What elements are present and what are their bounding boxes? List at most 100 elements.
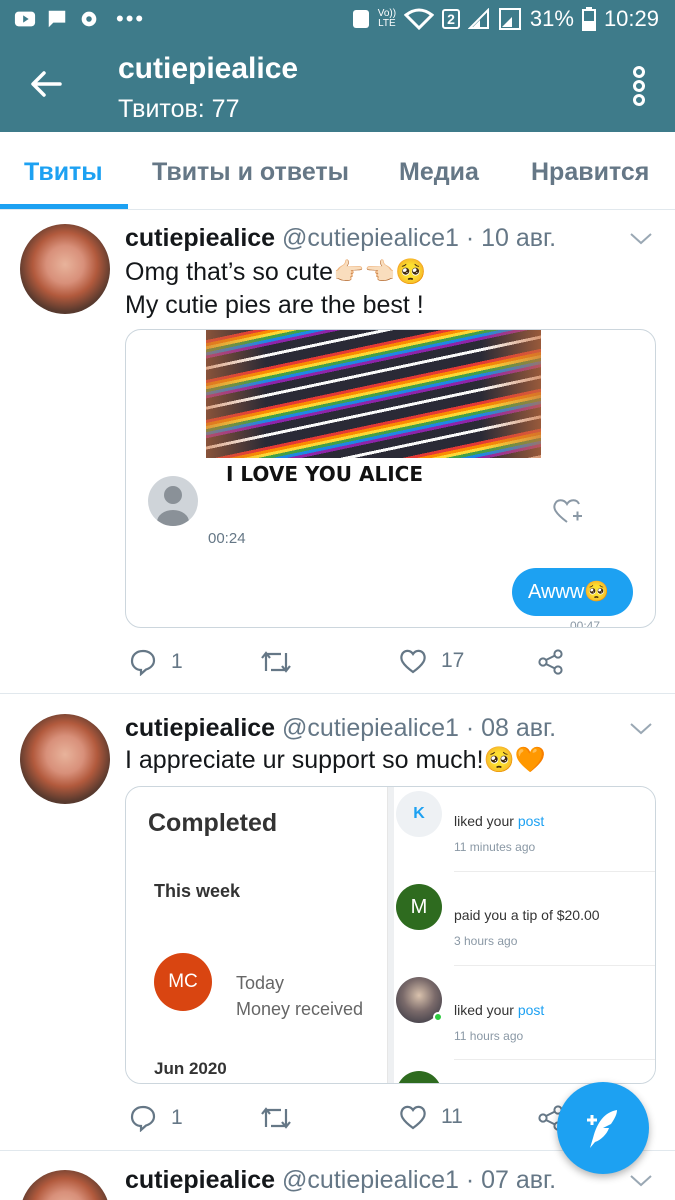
like-button[interactable]: 17 — [399, 648, 464, 674]
like-count: 17 — [441, 649, 465, 672]
youtube-icon — [14, 11, 36, 27]
tweet-author-name[interactable]: cutiepiealice — [125, 1166, 275, 1194]
notifications-screenshot: K liked your post 11 minutes ago M paid … — [394, 787, 655, 1083]
compose-tweet-button[interactable] — [557, 1082, 649, 1174]
notification-time: 11 minutes ago — [454, 840, 536, 854]
payments-screenshot: Completed This week MC Today Money recei… — [126, 787, 388, 1083]
reply-count: 1 — [171, 650, 183, 673]
tweet-handle-date: @cutiepiealice1 · 08 авг. — [282, 714, 557, 742]
signal-icon-2 — [498, 8, 521, 30]
active-tab-indicator — [0, 204, 128, 209]
reply-button[interactable]: 1 — [129, 1104, 183, 1132]
this-week-heading: This week — [154, 881, 241, 901]
tab-tweets-and-replies[interactable]: Твиты и ответы — [152, 158, 349, 187]
tweet-text-line: I appreciate ur support so much!🥺🧡 — [125, 746, 546, 774]
battery-percent: 31% — [529, 6, 574, 31]
notification-separator — [454, 1059, 655, 1060]
wifi-icon — [404, 8, 435, 30]
notification-time: 11 hours ago — [454, 1029, 524, 1043]
retweet-button[interactable] — [259, 648, 293, 676]
overflow-menu-icon[interactable] — [631, 66, 647, 106]
tweet-handle-date: @cutiepiealice1 · 07 авг. — [282, 1166, 557, 1194]
heart-icon — [400, 649, 426, 674]
tweet-handle-date: @cutiepiealice1 · 10 авг. — [282, 224, 557, 252]
tweet-count: Твитов: 77 — [118, 95, 240, 123]
tab-tweets[interactable]: Твиты — [24, 158, 103, 187]
completed-heading: Completed — [148, 809, 278, 837]
chat-bubble: Awww🥺 — [512, 568, 633, 616]
clock: 10:29 — [603, 6, 659, 31]
reply-icon — [130, 649, 156, 676]
tweet-author-name[interactable]: cutiepiealice — [125, 714, 275, 742]
notification-text: liked your post — [454, 1002, 544, 1018]
share-button[interactable] — [537, 648, 565, 676]
month-heading: Jun 2020 — [154, 1059, 227, 1078]
message-icon — [48, 10, 66, 28]
avatar[interactable] — [20, 224, 110, 314]
more-notifications-icon: ••• — [116, 6, 146, 31]
like-count: 11 — [441, 1105, 463, 1128]
heart-icon — [400, 1105, 426, 1130]
tweet-text-line: My cutie pies are the best ! — [125, 291, 424, 319]
profile-tabs: Твиты Твиты и ответы Медиа Нравится — [0, 132, 675, 210]
payment-label: Money received — [236, 999, 364, 1019]
signal-icon — [467, 8, 489, 29]
notification-text: paid you a tip of $20.00 — [454, 907, 600, 923]
reply-button[interactable]: 1 — [129, 648, 183, 676]
profile-title: cutiepiealice — [118, 52, 299, 85]
notification-text: liked your post — [454, 813, 544, 829]
tweet-divider — [0, 693, 675, 694]
notification-message: liked your — [454, 813, 518, 829]
notification-time: 3 hours ago — [454, 934, 518, 948]
notification-avatar — [396, 1071, 442, 1083]
sim-indicator: 2 — [442, 9, 460, 29]
notification-link: post — [517, 813, 545, 829]
photo-shade — [206, 330, 266, 458]
settings-gear-icon — [81, 11, 97, 27]
notification-avatar — [396, 977, 443, 1023]
tab-media[interactable]: Медиа — [399, 158, 479, 187]
tweet-header: cutiepiealice @cutiepiealice1 · 08 авг. — [125, 714, 556, 743]
retweet-icon — [261, 1107, 291, 1129]
avatar[interactable] — [20, 714, 110, 804]
tweet-image[interactable]: Completed This week MC Today Money recei… — [125, 786, 656, 1084]
tweet-image[interactable]: I LOVE YOU ALICE 00:24 Awww🥺 00:47 — [125, 329, 656, 628]
back-arrow-icon[interactable] — [26, 64, 66, 104]
volte-indicator: Vo)) LTE — [378, 9, 396, 29]
chevron-down-icon[interactable] — [629, 722, 653, 736]
retweet-icon — [261, 651, 291, 673]
notification-link: post — [517, 1002, 545, 1018]
chevron-down-icon[interactable] — [629, 232, 653, 246]
heart-plus-icon — [553, 499, 582, 523]
tweet-header: cutiepiealice @cutiepiealice1 · 10 авг. — [125, 224, 556, 253]
status-bar: ••• Vo)) LTE 2 31% 10:29 — [0, 0, 675, 40]
avatar[interactable] — [20, 1170, 110, 1200]
recycle-icon — [352, 10, 369, 28]
profile-toolbar: cutiepiealice Твитов: 77 — [0, 40, 675, 132]
notification-avatar: M — [396, 884, 442, 930]
bubble-time: 00:47 — [570, 619, 601, 628]
retweet-button[interactable] — [259, 1104, 293, 1132]
payer-avatar: MC — [154, 953, 212, 1011]
tweet-header: cutiepiealice @cutiepiealice1 · 07 авг. — [125, 1166, 556, 1195]
notification-separator — [454, 871, 655, 872]
battery-icon — [581, 7, 596, 31]
message-time: 00:24 — [208, 530, 246, 547]
tweet-text-line: Omg that’s so cute👉🏻👈🏻🥺 — [125, 258, 427, 286]
reply-icon — [130, 1105, 156, 1132]
notification-separator — [454, 965, 655, 966]
tweet-author-name[interactable]: cutiepiealice — [125, 224, 275, 252]
notification-avatar: K — [396, 791, 442, 837]
lte-label: LTE — [378, 18, 396, 29]
chevron-down-icon[interactable] — [629, 1174, 653, 1188]
compose-feather-icon — [587, 1110, 617, 1148]
notification-message: liked your — [454, 1002, 518, 1018]
like-button[interactable]: 11 — [399, 1104, 463, 1130]
reply-count: 1 — [171, 1106, 183, 1129]
image-caption: I LOVE YOU ALICE — [226, 462, 423, 486]
tab-likes[interactable]: Нравится — [531, 158, 649, 187]
placeholder-avatar-icon — [148, 476, 198, 526]
share-icon — [538, 649, 563, 675]
payment-date: Today — [236, 973, 285, 993]
tweet-actions: 1 17 — [125, 648, 645, 682]
